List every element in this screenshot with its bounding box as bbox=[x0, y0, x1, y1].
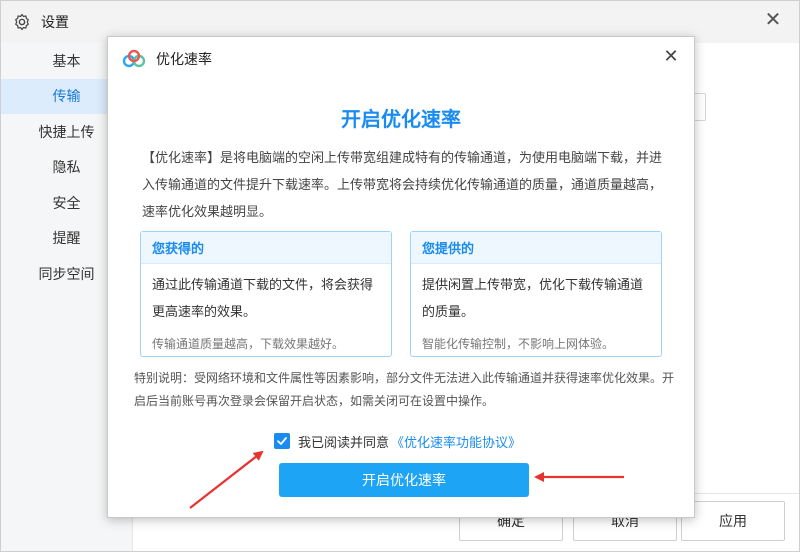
you-get-title: 您获得的 bbox=[141, 232, 391, 264]
dialog-heading: 开启优化速率 bbox=[341, 107, 461, 131]
settings-close-button[interactable]: ✕ bbox=[761, 7, 785, 31]
dialog-titlebar: 优化速率 ✕ bbox=[108, 37, 694, 81]
optimize-rate-dialog: 优化速率 ✕ 开启优化速率 【优化速率】是将电脑端的空闲上传带宽组建成特有的传输… bbox=[107, 36, 695, 518]
dialog-description: 【优化速率】是将电脑端的空闲上传带宽组建成特有的传输通道，为使用电脑端下载，并进… bbox=[142, 151, 663, 220]
dialog-title: 优化速率 bbox=[156, 52, 212, 68]
you-provide-text: 提供闲置上传带宽，优化下载传输通道的质量。 bbox=[422, 278, 644, 320]
you-provide-panel: 您提供的 提供闲置上传带宽，优化下载传输通道的质量。 智能化传输控制，不影响上网… bbox=[410, 231, 662, 357]
you-get-text: 通过此传输通道下载的文件，将会获得更高速率的效果。 bbox=[152, 278, 374, 320]
dialog-body: 开启优化速率 【优化速率】是将电脑端的空闲上传带宽组建成特有的传输通道，为使用电… bbox=[108, 81, 694, 517]
apply-button[interactable]: 应用 bbox=[681, 501, 785, 541]
agreement-link[interactable]: 《优化速率功能协议》 bbox=[391, 432, 521, 451]
you-get-panel: 您获得的 通过此传输通道下载的文件，将会获得更高速率的效果。 传输通道质量越高，… bbox=[140, 231, 392, 357]
agree-text: 我已阅读并同意 bbox=[298, 435, 390, 451]
special-note: 特别说明：受网络环境和文件属性等因素影响，部分文件无法进入此传输通道并获得速率优… bbox=[134, 371, 675, 408]
check-icon bbox=[277, 437, 287, 445]
enable-optimize-rate-button[interactable]: 开启优化速率 bbox=[279, 463, 529, 497]
you-provide-title: 您提供的 bbox=[411, 232, 661, 264]
gear-icon bbox=[13, 13, 31, 31]
you-get-note: 传输通道质量越高，下载效果越好。 bbox=[152, 337, 345, 351]
agreement-row: 我已阅读并同意 《优化速率功能协议》 bbox=[274, 427, 521, 455]
settings-title: 设置 bbox=[41, 15, 69, 31]
you-provide-note: 智能化传输控制，不影响上网体验。 bbox=[422, 337, 615, 351]
cloud-logo-icon bbox=[122, 49, 146, 69]
agree-checkbox[interactable] bbox=[274, 433, 290, 449]
dialog-close-button[interactable]: ✕ bbox=[660, 45, 682, 67]
